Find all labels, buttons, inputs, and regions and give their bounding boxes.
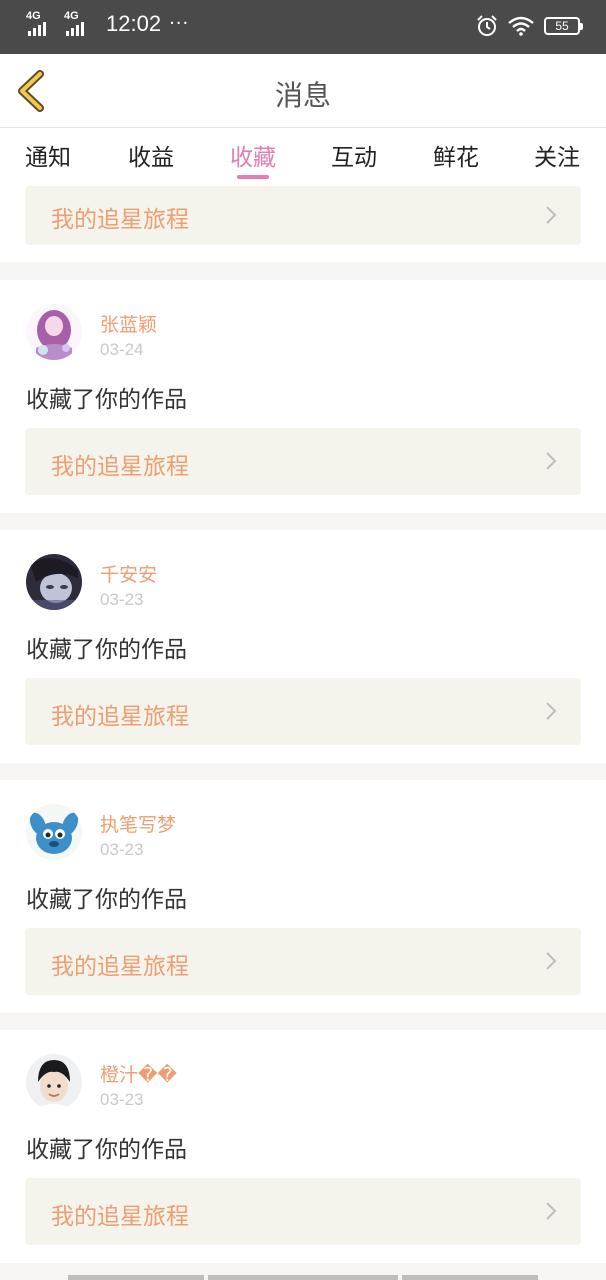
username[interactable]: 张蓝颖 — [100, 310, 157, 337]
message-date: 03-23 — [100, 590, 144, 609]
message-text: 收藏了你的作品 — [26, 387, 187, 413]
avatar[interactable] — [26, 804, 82, 860]
tab-notifications[interactable]: 通知 — [3, 138, 93, 172]
message-date: 03-23 — [100, 1090, 144, 1109]
work-link[interactable]: 我的追星旅程 — [25, 678, 581, 745]
tab-following[interactable]: 关注 — [512, 138, 602, 172]
nav-gesture-bar — [208, 1275, 398, 1280]
message-text: 收藏了你的作品 — [26, 637, 187, 663]
message-text: 收藏了你的作品 — [26, 887, 187, 913]
status-time: 12:02 — [106, 11, 162, 36]
wifi-icon — [508, 16, 534, 36]
chevron-right-icon — [546, 702, 557, 720]
tab-interactions[interactable]: 互动 — [309, 138, 399, 172]
cell-signal-icon: 4G — [64, 10, 94, 36]
tab-earnings[interactable]: 收益 — [106, 138, 196, 172]
message-card: 张蓝颖 03-24 收藏了你的作品 我的追星旅程 — [0, 280, 606, 513]
message-card: 执笔写梦 03-23 收藏了你的作品 我的追星旅程 — [0, 780, 606, 1013]
more-notifications-icon: ··· — [169, 13, 190, 34]
avatar[interactable] — [26, 304, 82, 360]
work-link[interactable]: 我的追星旅程 — [25, 186, 581, 245]
tab-favorites[interactable]: 收藏 — [208, 138, 298, 172]
battery-icon: 55 — [544, 17, 583, 35]
nav-header: 消息 — [0, 54, 606, 128]
tab-bar: 通知 收益 收藏 互动 鲜花 关注 — [0, 128, 606, 186]
chevron-right-icon — [546, 206, 557, 224]
message-date: 03-24 — [100, 340, 144, 359]
active-tab-indicator — [237, 175, 269, 179]
message-card: 千安安 03-23 收藏了你的作品 我的追星旅程 — [0, 530, 606, 763]
message-text: 收藏了你的作品 — [26, 1137, 187, 1163]
message-date: 03-23 — [100, 840, 144, 859]
tab-flowers[interactable]: 鲜花 — [411, 138, 501, 172]
message-card: 我的追星旅程 — [0, 186, 606, 262]
work-link[interactable]: 我的追星旅程 — [25, 428, 581, 495]
page-title: 消息 — [274, 79, 331, 112]
work-link[interactable]: 我的追星旅程 — [25, 928, 581, 995]
username[interactable]: 橙汁�� — [100, 1060, 177, 1087]
chevron-right-icon — [546, 952, 557, 970]
nav-gesture-bar — [402, 1275, 538, 1280]
avatar[interactable] — [26, 554, 82, 610]
avatar[interactable] — [26, 1054, 82, 1110]
chevron-right-icon — [546, 452, 557, 470]
message-card: 橙汁�� 03-23 收藏了你的作品 我的追星旅程 — [0, 1030, 606, 1263]
alarm-icon — [477, 15, 497, 36]
cell-signal-icon: 4G — [26, 10, 56, 36]
username[interactable]: 执笔写梦 — [100, 810, 176, 837]
work-link[interactable]: 我的追星旅程 — [25, 1178, 581, 1245]
status-bar: 4G 4G 12:02 ··· 55 — [0, 0, 606, 54]
chevron-right-icon — [546, 1202, 557, 1220]
username[interactable]: 千安安 — [100, 560, 157, 587]
nav-gesture-bar — [68, 1275, 204, 1280]
